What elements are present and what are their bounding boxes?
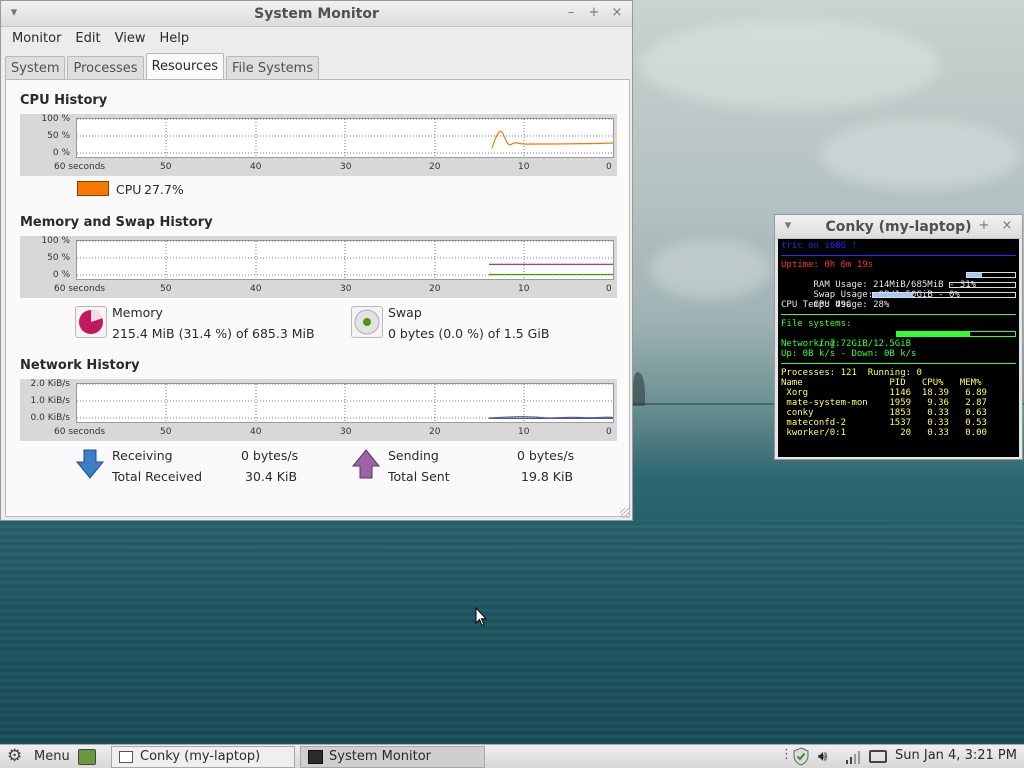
tab-processes[interactable]: Processes bbox=[67, 56, 144, 80]
conky-cpu-temp: CPU Temp: 49C bbox=[781, 300, 852, 310]
conky-titlebar[interactable]: ▾ Conky (my-laptop) – + × bbox=[775, 215, 1022, 239]
total-received-value: 30.4 KiB bbox=[245, 469, 298, 484]
conky-swap-row: Swap Usage: 0B/1.50GiB - 0% bbox=[781, 280, 1016, 300]
receiving-arrow-icon[interactable] bbox=[75, 448, 105, 480]
minimize-icon[interactable]: – bbox=[564, 6, 578, 20]
conky-net-line: Up: 0B k/s - Down: 0B k/s bbox=[781, 349, 917, 359]
gear-icon: ⚙ bbox=[7, 746, 23, 766]
conky-ram-bar-fill bbox=[967, 273, 982, 277]
conky-fs-row: / 7.72GiB/12.5GiB bbox=[781, 329, 1016, 349]
cpu-history-graph: 100 % 50 % 0 % 60 seconds 50 40 30 20 10 0 bbox=[20, 114, 617, 176]
volume-icon[interactable]: 🔊︎ bbox=[818, 747, 827, 765]
task-label-system-monitor: System Monitor bbox=[329, 749, 432, 764]
memory-history-title: Memory and Swap History bbox=[20, 215, 213, 230]
taskbar: ⚙ Menu Conky (my-laptop) System Monitor … bbox=[0, 744, 1024, 768]
cpu-legend-label: CPU bbox=[116, 182, 142, 197]
battery-icon[interactable] bbox=[869, 750, 887, 763]
conky-ram-row: RAM Usage: 214MiB/685MiB - 31% bbox=[781, 270, 1016, 290]
conky-processes: Processes: 121 Running: 0 bbox=[781, 368, 922, 378]
network-history-title: Network History bbox=[20, 358, 140, 373]
cpu-legend-value: 27.7% bbox=[144, 182, 184, 197]
conky-cpu-row: CPU Usage: 28% bbox=[781, 290, 1016, 310]
conky-ram-bar bbox=[966, 272, 1016, 278]
sending-label: Sending bbox=[388, 448, 439, 463]
swap-pie-icon[interactable] bbox=[351, 306, 383, 338]
window-titlebar[interactable]: ▾ System Monitor – + × bbox=[1, 1, 632, 27]
memory-grid bbox=[77, 240, 613, 280]
conky-proc-row: mateconfd-2 1537 0.33 0.53 bbox=[781, 418, 987, 428]
total-received-label: Total Received bbox=[112, 469, 203, 484]
cpu-usage-line bbox=[491, 130, 614, 149]
task-button-system-monitor[interactable]: System Monitor bbox=[300, 746, 485, 768]
maximize-icon[interactable]: + bbox=[587, 6, 601, 20]
menu-help[interactable]: Help bbox=[152, 31, 196, 46]
menu-view[interactable]: View bbox=[108, 31, 153, 46]
conky-fs-bar-fill bbox=[897, 332, 971, 336]
window-title: System Monitor bbox=[254, 6, 379, 22]
conky-cpu-bar-fill bbox=[873, 293, 913, 297]
total-sent-value: 19.8 KiB bbox=[521, 469, 574, 484]
conky-divider bbox=[781, 314, 1016, 315]
resources-panel: CPU History 100 % 50 % 0 % 60 seconds 50 40 30… bbox=[5, 79, 630, 517]
conky-swap-bar bbox=[949, 282, 1016, 288]
conky-proc-row: Xorg 1146 18.39 6.89 bbox=[781, 388, 987, 398]
main-menu-button[interactable]: ⚙ Menu bbox=[4, 746, 72, 768]
shield-icon[interactable] bbox=[792, 747, 810, 766]
conky-header: tric on i686 ! bbox=[781, 241, 857, 251]
main-menu-label: Menu bbox=[34, 749, 70, 764]
tab-bar: System Processes Resources File Systems bbox=[5, 53, 321, 80]
conky-proc-row: conky 1853 0.33 0.63 bbox=[781, 408, 987, 418]
menu-monitor[interactable]: Monitor bbox=[5, 31, 68, 46]
conky-maximize-icon[interactable]: + bbox=[977, 219, 991, 233]
sending-value: 0 bytes/s bbox=[517, 448, 575, 463]
memory-history-graph: 100 % 50 % 0 % 60 seconds 50 40 30 20 10 0 bbox=[20, 236, 617, 298]
network-history-graph: 2.0 KiB/s 1.0 KiB/s 0.0 KiB/s 60 seconds 50 4… bbox=[20, 379, 617, 441]
conky-uptime: Uptime: 0h 6m 19s bbox=[781, 260, 874, 270]
swap-label: Swap bbox=[388, 305, 422, 320]
conky-divider bbox=[781, 363, 1016, 364]
memory-label: Memory bbox=[112, 305, 163, 320]
network-signal-icon[interactable] bbox=[845, 750, 861, 764]
memory-value: 215.4 MiB (31.4 %) of 685.3 MiB bbox=[112, 326, 315, 341]
cpu-grid bbox=[77, 118, 614, 158]
conky-window[interactable]: ▾ Conky (my-laptop) – + × tric on i686 !… bbox=[774, 214, 1023, 460]
conky-proc-row: mate-system-mon 1959 9.36 2.87 bbox=[781, 398, 987, 408]
menu-edit[interactable]: Edit bbox=[68, 31, 107, 46]
close-icon[interactable]: × bbox=[610, 6, 624, 20]
tab-system[interactable]: System bbox=[5, 56, 66, 80]
total-sent-label: Total Sent bbox=[388, 469, 450, 484]
menu-bar: Monitor Edit View Help bbox=[1, 27, 632, 49]
conky-proc-row: kworker/0:1 20 0.33 0.00 bbox=[781, 428, 987, 438]
network-grid bbox=[77, 383, 614, 423]
conky-proc-header: Name PID CPU% MEM% bbox=[781, 378, 982, 388]
cpu-color-swatch[interactable] bbox=[77, 181, 109, 196]
receiving-label: Receiving bbox=[112, 448, 173, 463]
sending-arrow-icon[interactable] bbox=[351, 448, 381, 480]
mouse-cursor-icon bbox=[475, 606, 488, 627]
conky-minimize-icon[interactable]: – bbox=[954, 219, 968, 233]
system-monitor-window[interactable]: ▾ System Monitor – + × Monitor Edit View… bbox=[0, 0, 633, 521]
island-silhouette bbox=[633, 372, 645, 406]
receiving-line bbox=[488, 416, 614, 419]
task-label-conky: Conky (my-laptop) bbox=[140, 749, 261, 764]
conky-output: tric on i686 ! Uptime: 0h 6m 19s RAM Usa… bbox=[778, 239, 1019, 457]
conky-fs-title: File systems: bbox=[781, 319, 852, 329]
window-icon bbox=[119, 751, 133, 763]
receiving-value: 0 bytes/s bbox=[241, 448, 299, 463]
resize-grip-icon[interactable] bbox=[620, 508, 630, 518]
conky-net-title: Networking: bbox=[781, 339, 841, 349]
conky-divider bbox=[781, 255, 1016, 256]
tab-file-systems[interactable]: File Systems bbox=[225, 56, 320, 80]
conky-close-icon[interactable]: × bbox=[1000, 219, 1014, 233]
cpu-history-title: CPU History bbox=[20, 93, 108, 108]
show-desktop-icon[interactable] bbox=[78, 749, 96, 765]
conky-cpu-bar bbox=[872, 292, 1016, 298]
system-monitor-app-icon bbox=[308, 750, 323, 764]
task-button-conky[interactable]: Conky (my-laptop) bbox=[111, 746, 295, 768]
conky-fs-bar bbox=[896, 331, 1016, 337]
swap-value: 0 bytes (0.0 %) of 1.5 GiB bbox=[388, 326, 550, 341]
memory-pie-icon[interactable] bbox=[75, 306, 107, 338]
tab-resources[interactable]: Resources bbox=[145, 53, 224, 80]
clock[interactable]: Sun Jan 4, 3:21 PM bbox=[895, 748, 1017, 763]
